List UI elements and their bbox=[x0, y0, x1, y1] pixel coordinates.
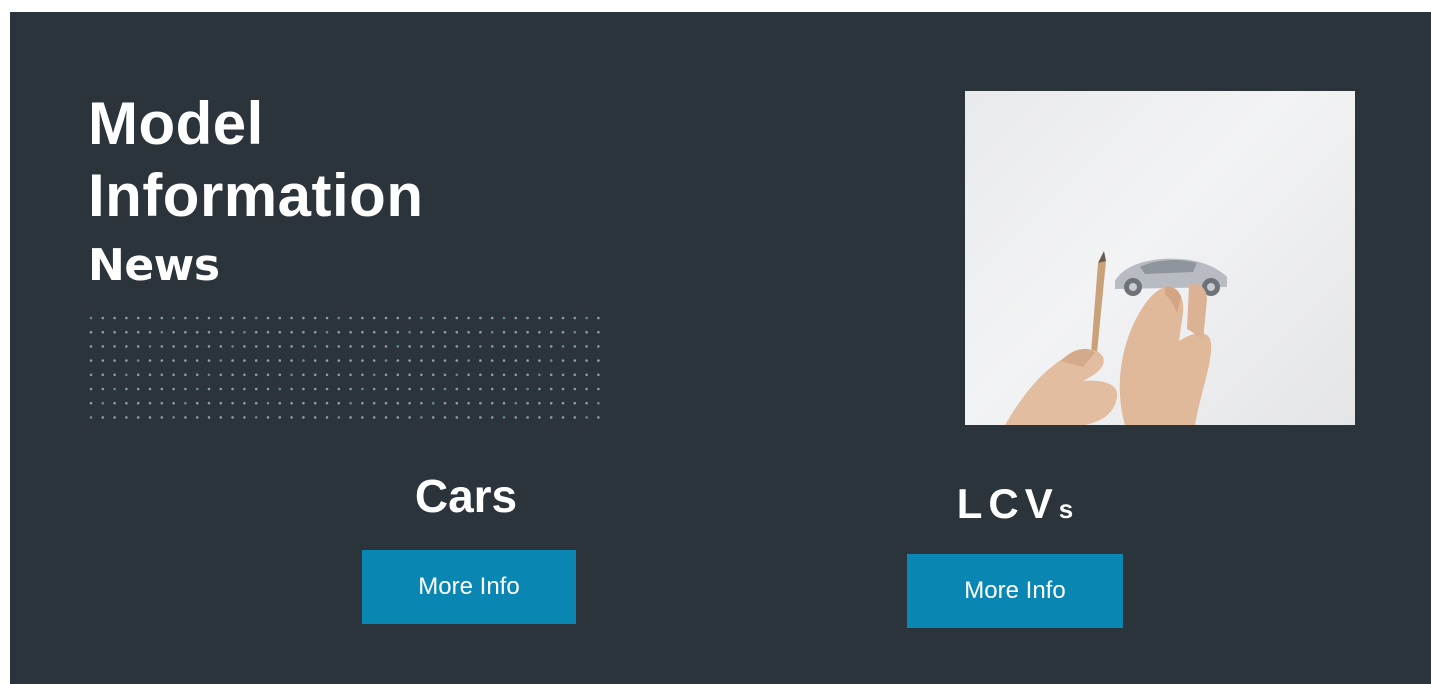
model-car-photo bbox=[965, 91, 1355, 425]
title-line-model: Model bbox=[88, 90, 264, 157]
dot-pattern-decoration bbox=[89, 316, 600, 419]
category-cars-title: Cars bbox=[414, 470, 518, 522]
model-info-banner: Model Information News Cars More Info LC… bbox=[10, 12, 1431, 684]
lcvs-label-main: LCV bbox=[956, 480, 1059, 527]
cars-more-info-button[interactable]: More Info bbox=[362, 550, 576, 624]
title-line-information: Information bbox=[88, 162, 424, 229]
category-lcvs-title: LCVs bbox=[910, 478, 1120, 535]
page-title: Model Information bbox=[88, 88, 423, 232]
lcvs-label-suffix: s bbox=[1058, 494, 1074, 524]
page-subtitle: News bbox=[88, 240, 220, 291]
model-car-illustration bbox=[1005, 251, 1227, 425]
lcvs-more-info-button[interactable]: More Info bbox=[907, 554, 1123, 628]
